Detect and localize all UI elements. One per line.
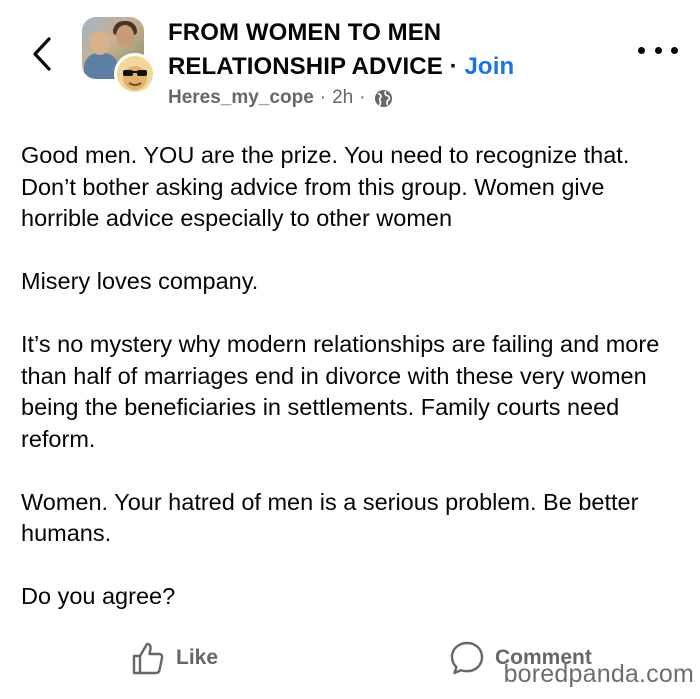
author-name[interactable]: Heres_my_cope [168,86,314,110]
like-label: Like [176,646,219,669]
watermark: boredpanda.com [503,660,694,688]
post-header: FROM WOMEN TO MEN RELATIONSHIP ADVICE · … [0,0,700,120]
join-button[interactable]: Join [464,53,514,80]
meta-separator: · [319,87,327,108]
more-horizontal-icon [638,46,645,54]
globe-icon [374,89,392,107]
avatar[interactable] [114,53,156,95]
more-options-button[interactable] [638,40,678,60]
post-paragraph: It’s no mystery why modern relationships… [21,331,660,452]
more-dot [654,46,662,54]
back-button[interactable] [26,34,58,74]
post-paragraph: Women. Your hatred of men is a serious p… [21,488,639,547]
group-name-link[interactable]: FROM WOMEN TO MEN RELATIONSHIP ADVICE [168,19,443,80]
post-meta: Heres_my_cope · 2h · [168,86,393,110]
post-time[interactable]: 2h [332,86,353,110]
user-avatar-image [123,66,147,90]
post-paragraph: Misery loves company. [21,268,259,294]
thumbs-up-icon [132,642,164,675]
meta-separator: · [359,87,366,108]
chevron-left-icon [33,37,51,71]
group-title: FROM WOMEN TO MEN RELATIONSHIP ADVICE · … [168,16,588,84]
comment-bubble-icon [450,641,484,675]
title-separator: · [449,53,458,80]
more-dot [671,46,678,54]
post-body: Good men. YOU are the prize. You need to… [21,140,681,644]
group-avatar[interactable] [82,17,156,95]
like-button[interactable]: Like [130,636,218,680]
post-paragraph: Good men. YOU are the prize. You need to… [21,142,630,231]
post-paragraph: Do you agree? [21,583,176,609]
